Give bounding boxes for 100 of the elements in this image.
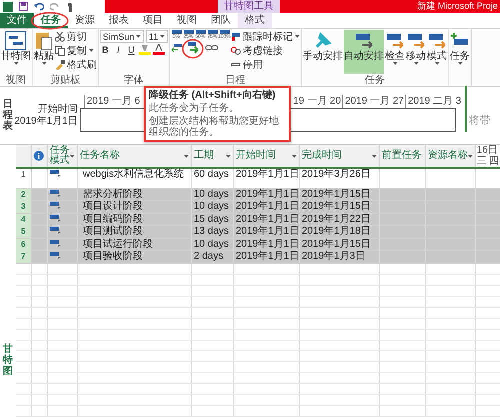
copy-icon xyxy=(55,46,65,56)
caret-icon xyxy=(136,35,141,38)
duration-cell: 13 days xyxy=(192,226,234,238)
column-header[interactable]: 前置任务 xyxy=(380,145,426,167)
group-label: 字体 xyxy=(123,75,145,86)
timescale-label: 19 一月 20 xyxy=(293,95,342,108)
timeline-hint: 将带 xyxy=(469,114,492,128)
inactivate-button[interactable]: 停用 xyxy=(231,58,300,71)
flag-icon xyxy=(231,32,241,42)
paste-button[interactable]: 粘贴 xyxy=(34,30,54,74)
finish-date-cell: 2019年1月18日 xyxy=(300,226,380,238)
caret-icon xyxy=(184,154,189,158)
task-icon xyxy=(385,31,405,51)
duration-cell: 60 days xyxy=(192,169,234,188)
annotation-ellipse xyxy=(182,39,204,59)
task-name-cell: 项目测试阶段 xyxy=(78,226,192,238)
row-number: 3 xyxy=(16,201,32,214)
task-mode-button[interactable]: 检查 xyxy=(385,30,405,74)
column-header[interactable]: 开始时间 xyxy=(234,145,300,167)
task-mode-icon xyxy=(50,188,62,197)
today-line xyxy=(465,86,467,132)
underline-button[interactable]: U xyxy=(126,44,137,54)
group-label: 日程 xyxy=(224,75,246,86)
gantt-timescale-header: 16日 三 四 xyxy=(476,145,500,167)
caret-icon xyxy=(42,62,46,65)
task-row[interactable]: 1 webgis水利信息化系统 60 days 2019年1月1日 2019年3月26日 xyxy=(16,169,500,189)
caret-icon xyxy=(160,35,165,38)
ribbon-tab[interactable]: 格式 xyxy=(238,13,272,28)
info-icon xyxy=(34,151,44,161)
task-name-cell: 项目验收阶段 xyxy=(78,251,192,264)
task-row[interactable]: 3 项目设计阶段 10 days 2019年1月1日 2019年1月15日 xyxy=(16,201,500,214)
font-size-field[interactable]: 11 xyxy=(146,30,168,43)
caret-icon xyxy=(458,62,462,65)
task-mode-icon xyxy=(50,214,62,222)
task-row[interactable]: 5 项目测试阶段 13 days 2019年1月1日 2019年1月18日 xyxy=(16,226,500,239)
cut-button[interactable]: 剪切 xyxy=(55,30,97,43)
group-label: 视图 xyxy=(5,75,27,86)
task-mode-button[interactable]: 模式 xyxy=(427,30,447,74)
app-logo-icon xyxy=(3,2,13,12)
gantt-chart-button[interactable]: 甘特图 xyxy=(1,30,31,74)
row-number: 6 xyxy=(16,238,32,251)
caret-icon xyxy=(14,62,18,65)
context-tab-label: 甘特图工具 xyxy=(218,0,280,13)
outdent-icon xyxy=(171,42,183,54)
insert-task-button[interactable]: 任务 xyxy=(450,30,470,74)
task-mode-icon xyxy=(50,251,62,260)
font-color-icon xyxy=(153,44,165,55)
column-header[interactable]: 工期 xyxy=(192,145,234,167)
caret-icon xyxy=(372,154,377,158)
italic-button[interactable]: I xyxy=(113,44,124,54)
ribbon-tab[interactable]: 文件 xyxy=(0,13,34,28)
caret-icon xyxy=(292,154,297,158)
link-icon xyxy=(231,46,241,56)
start-date-cell: 2019年1月1日 xyxy=(234,201,300,214)
task-icon xyxy=(406,31,426,51)
task-mode-icon xyxy=(50,201,62,210)
column-header[interactable]: 任务模式 xyxy=(48,145,78,167)
bold-button[interactable]: B xyxy=(100,44,111,54)
tooltip-text: 此任务变为子任务。 xyxy=(149,103,240,114)
window-title: 新建 Microsoft Proje xyxy=(417,0,498,13)
copy-button[interactable]: 复制 xyxy=(55,44,97,57)
start-date: 2019年1月1日 xyxy=(14,116,78,128)
task-icon xyxy=(427,31,447,51)
auto-schedule-icon xyxy=(354,31,374,51)
task-mode-button[interactable]: 手动安排 xyxy=(303,30,343,74)
task-row[interactable]: 2 需求分析阶段 10 days 2019年1月1日 2019年1月15日 xyxy=(16,188,500,202)
format-painter-button[interactable]: 格式刷 xyxy=(55,58,97,71)
view-label: 甘特图 xyxy=(3,344,13,377)
caret-icon xyxy=(434,62,440,65)
caret-icon xyxy=(392,62,398,65)
caret-icon xyxy=(226,154,231,158)
finish-date-cell: 2019年1月15日 xyxy=(300,201,380,214)
undo-icon xyxy=(34,2,44,11)
task-row[interactable]: 7 项目验收阶段 2 days 2019年1月1日 2019年1月3日 xyxy=(16,251,500,264)
task-row[interactable]: 4 项目编码阶段 15 days 2019年1月1日 2019年1月22日 xyxy=(16,214,500,226)
task-row[interactable]: 6 项目试运行阶段 10 days 2019年1月1日 2019年1月15日 xyxy=(16,238,500,252)
caret-icon xyxy=(468,154,473,158)
start-date-cell: 2019年1月1日 xyxy=(234,169,300,188)
chain-link-icon xyxy=(205,43,219,53)
task-mode-icon xyxy=(50,238,62,247)
tooltip-title: 降级任务 (Alt+Shift+向右键) xyxy=(149,90,277,101)
task-name-cell: 项目设计阶段 xyxy=(78,201,192,214)
indent-icon xyxy=(187,41,201,55)
duration-cell: 2 days xyxy=(192,251,234,264)
row-number: 5 xyxy=(16,226,32,238)
scissors-icon xyxy=(55,32,65,42)
task-mode-button[interactable]: 移动 xyxy=(406,30,426,74)
column-header[interactable]: 任务名称 xyxy=(78,145,192,167)
brush-icon xyxy=(55,60,65,70)
group-label: 剪贴板 xyxy=(50,75,82,86)
column-header[interactable]: 完成时间 xyxy=(300,145,380,167)
start-date-cell: 2019年1月1日 xyxy=(234,226,300,238)
respect-links-button[interactable]: 考虑链接 xyxy=(231,44,300,57)
group-label: 任务 xyxy=(364,75,386,86)
caret-icon xyxy=(89,49,94,52)
task-mode-icon xyxy=(50,169,62,177)
font-family-field[interactable]: SimSun xyxy=(100,30,144,43)
start-date-cell: 2019年1月1日 xyxy=(234,251,300,264)
track-marker-button[interactable]: 跟踪时标记 xyxy=(231,30,300,43)
task-mode-button[interactable]: 自动安排 xyxy=(344,30,384,74)
